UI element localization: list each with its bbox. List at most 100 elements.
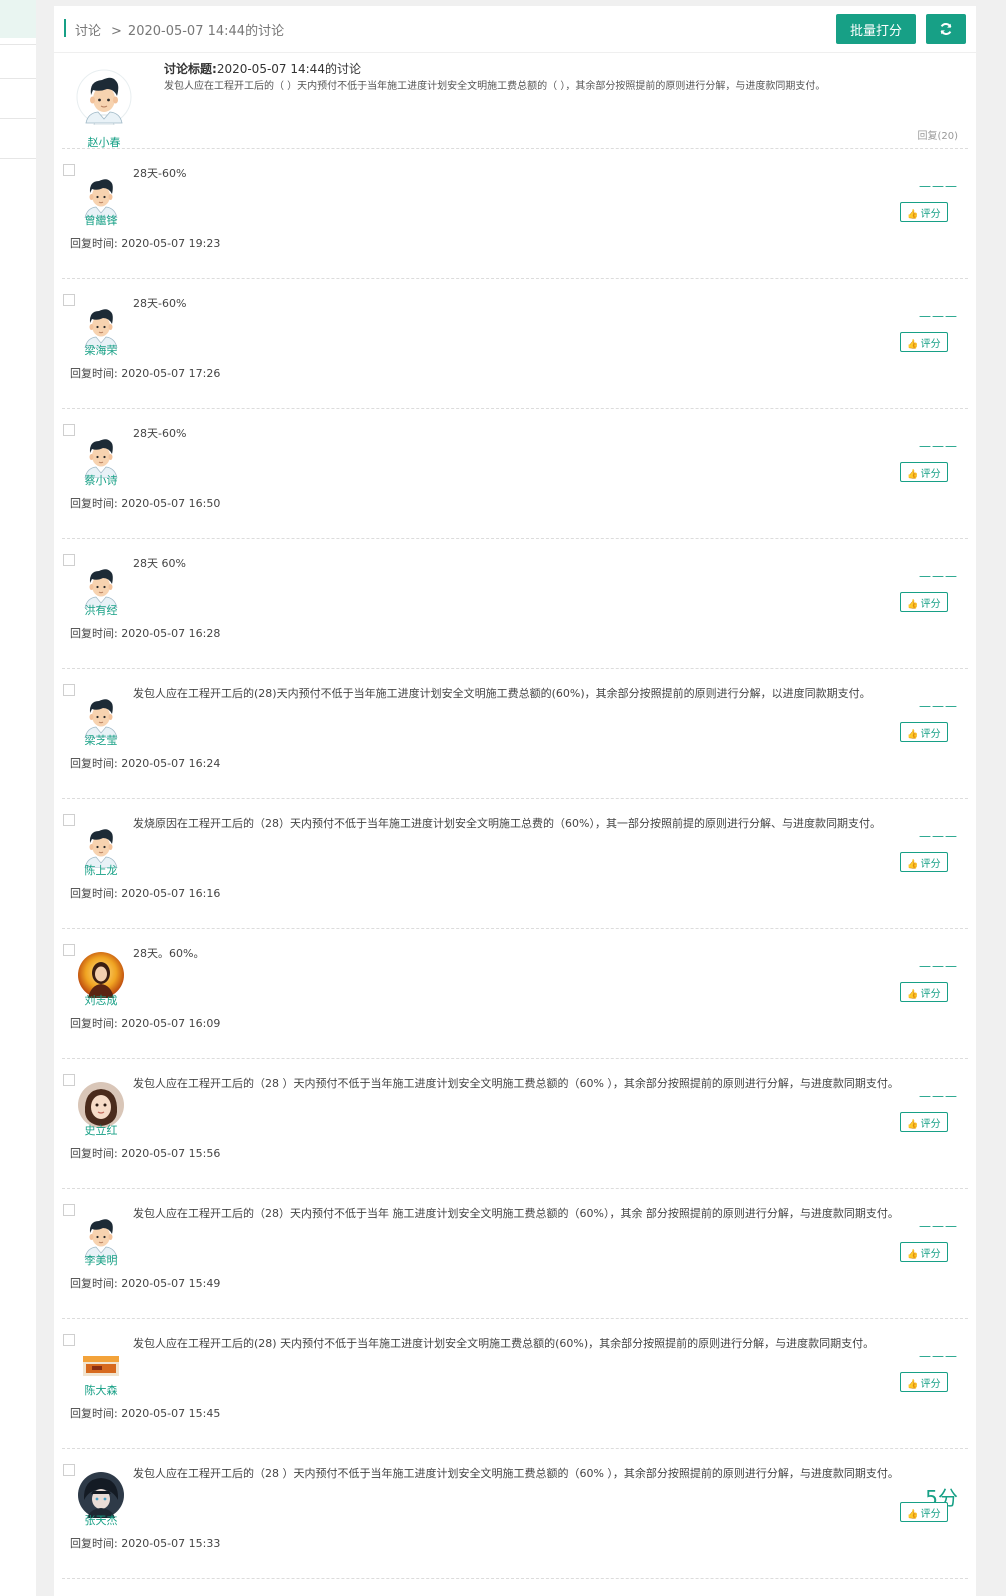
reply-text: 28天-60% [133,297,187,310]
sidebar-active-item[interactable] [0,0,36,38]
reply-score: ——— [919,1349,958,1363]
rate-button[interactable]: 👍 评分 [900,1372,948,1392]
reply-time-label: 回复时间: [70,627,118,640]
reply-time: 回复时间: 2020-05-07 16:50 [70,495,220,511]
reply-time-label: 回复时间: [70,887,118,900]
breadcrumb-current: 2020-05-07 14:44的讨论 [127,24,285,39]
thumbs-up-icon: 👍 [907,469,919,480]
reply-checkbox[interactable] [63,1204,75,1216]
rate-button[interactable]: 👍 评分 [900,332,948,352]
reply-author[interactable]: 梁海荣 [71,342,131,358]
reply-item: 蔡小诗 28天-60% ——— 👍 评分 回复时间: 2020-05-07 16:50 [54,409,976,539]
reply-time-label: 回复时间: [70,1407,118,1420]
reply-author[interactable]: 李美明 [71,1252,131,1268]
reply-time-value: 2020-05-07 16:50 [121,497,221,510]
reply-checkbox[interactable] [63,164,75,176]
topic-title: 讨论标题:2020-05-07 14:44的讨论 [164,60,361,77]
sidebar-divider [0,118,36,119]
sidebar-divider [0,78,36,79]
rate-button-label: 评分 [920,1378,941,1390]
reply-time-value: 2020-05-07 15:56 [121,1147,221,1160]
thumbs-up-icon: 👍 [907,1249,919,1260]
reply-count: 回复(20) [917,131,958,142]
reply-time-value: 2020-05-07 16:16 [121,887,221,900]
sidebar-divider [0,158,36,159]
rate-button[interactable]: 👍 评分 [900,722,948,742]
breadcrumb-separator: > [111,24,122,39]
reply-checkbox[interactable] [63,1074,75,1086]
thumbs-up-icon: 👍 [907,1379,919,1390]
reply-time-label: 回复时间: [70,1147,118,1160]
reply-author[interactable]: 史立红 [71,1122,131,1138]
refresh-icon [940,23,952,35]
rate-button-label: 评分 [920,988,941,1000]
reply-time: 回复时间: 2020-05-07 15:56 [70,1145,220,1161]
reply-time-value: 2020-05-07 16:09 [121,1017,221,1030]
topic-title-text: 2020-05-07 14:44的讨论 [216,62,361,76]
reply-checkbox[interactable] [63,1464,75,1476]
reply-time-value: 2020-05-07 15:33 [121,1537,221,1550]
reply-checkbox[interactable] [63,294,75,306]
reply-author[interactable]: 蔡小诗 [71,472,131,488]
reply-time: 回复时间: 2020-05-07 15:49 [70,1275,220,1291]
reply-author[interactable]: 梁芝莹 [71,732,131,748]
rate-button-label: 评分 [920,468,941,480]
reply-author[interactable]: 张天杰 [71,1512,131,1528]
reply-time-value: 2020-05-07 16:28 [121,627,221,640]
rate-button[interactable]: 👍 评分 [900,1242,948,1262]
reply-item: 陈上龙 发烧原因在工程开工后的（28）天内预付不低于当年施工进度计划安全文明施工总… [54,799,976,929]
reply-text: 28天。60%。 [133,947,205,960]
reply-checkbox[interactable] [63,1334,75,1346]
reply-item: 史立红 发包人应在工程开工后的（28 ）天内预付不低于当年施工进度计划安全文明施工… [54,1059,976,1189]
reply-author[interactable]: 陈大森 [71,1382,131,1398]
reply-author[interactable]: 洪有经 [71,602,131,618]
rate-button-label: 评分 [920,1118,941,1130]
rate-button[interactable]: 👍 评分 [900,1112,948,1132]
reply-author[interactable]: 刘志成 [71,992,131,1008]
thumbs-up-icon: 👍 [907,599,919,610]
reply-score: ——— [919,699,958,713]
left-sidebar [0,0,36,1596]
reply-checkbox[interactable] [63,684,75,696]
reply-score: ——— [919,1219,958,1233]
rate-button[interactable]: 👍 评分 [900,462,948,482]
discussion-panel: 讨论 >2020-05-07 14:44的讨论 批量打分 赵小春 讨论标题:20… [54,6,976,1596]
batch-score-button[interactable]: 批量打分 [836,14,916,44]
thumbs-up-icon: 👍 [907,1119,919,1130]
reply-time: 回复时间: 2020-05-07 16:24 [70,755,220,771]
reply-item: 陈大森 发包人应在工程开工后的(28) 天内预付不低于当年施工进度计划安全文明施工… [54,1319,976,1449]
reply-time-label: 回复时间: [70,1017,118,1030]
reply-item: 张天杰 发包人应在工程开工后的（28 ）天内预付不低于当年施工进度计划安全文明施工… [54,1449,976,1579]
thumbs-up-icon: 👍 [907,729,919,740]
reply-score: ——— [919,179,958,193]
avatar [76,69,132,125]
reply-time-value: 2020-05-07 15:45 [121,1407,221,1420]
reply-text: 28天-60% [133,167,187,180]
reply-time-label: 回复时间: [70,757,118,770]
thumbs-up-icon: 👍 [907,989,919,1000]
reply-author[interactable]: 曾繼锋 [71,212,131,228]
breadcrumb-root[interactable]: 讨论 [75,24,101,39]
panel-header: 讨论 >2020-05-07 14:44的讨论 批量打分 [54,6,976,53]
thumbs-up-icon: 👍 [907,339,919,350]
reply-text: 28天 60% [133,557,186,570]
reply-checkbox[interactable] [63,814,75,826]
reply-checkbox[interactable] [63,424,75,436]
thumbs-up-icon: 👍 [907,859,919,870]
reply-checkbox[interactable] [63,554,75,566]
reply-time-label: 回复时间: [70,237,118,250]
reply-author[interactable]: 陈上龙 [71,862,131,878]
reply-checkbox[interactable] [63,944,75,956]
reply-text: 28天-60% [133,427,187,440]
rate-button[interactable]: 👍 评分 [900,852,948,872]
rate-button-label: 评分 [920,1508,941,1520]
reply-time: 回复时间: 2020-05-07 15:45 [70,1405,220,1421]
refresh-button[interactable] [926,14,966,44]
rate-button[interactable]: 👍 评分 [900,982,948,1002]
reply-score: ——— [919,829,958,843]
reply-item: 洪有经 28天 60% ——— 👍 评分 回复时间: 2020-05-07 16:28 [54,539,976,669]
topic-post: 赵小春 讨论标题:2020-05-07 14:44的讨论 发包人应在工程开工后的… [54,52,976,149]
rate-button[interactable]: 👍 评分 [900,592,948,612]
rate-button[interactable]: 👍 评分 [900,1502,948,1522]
rate-button[interactable]: 👍 评分 [900,202,948,222]
